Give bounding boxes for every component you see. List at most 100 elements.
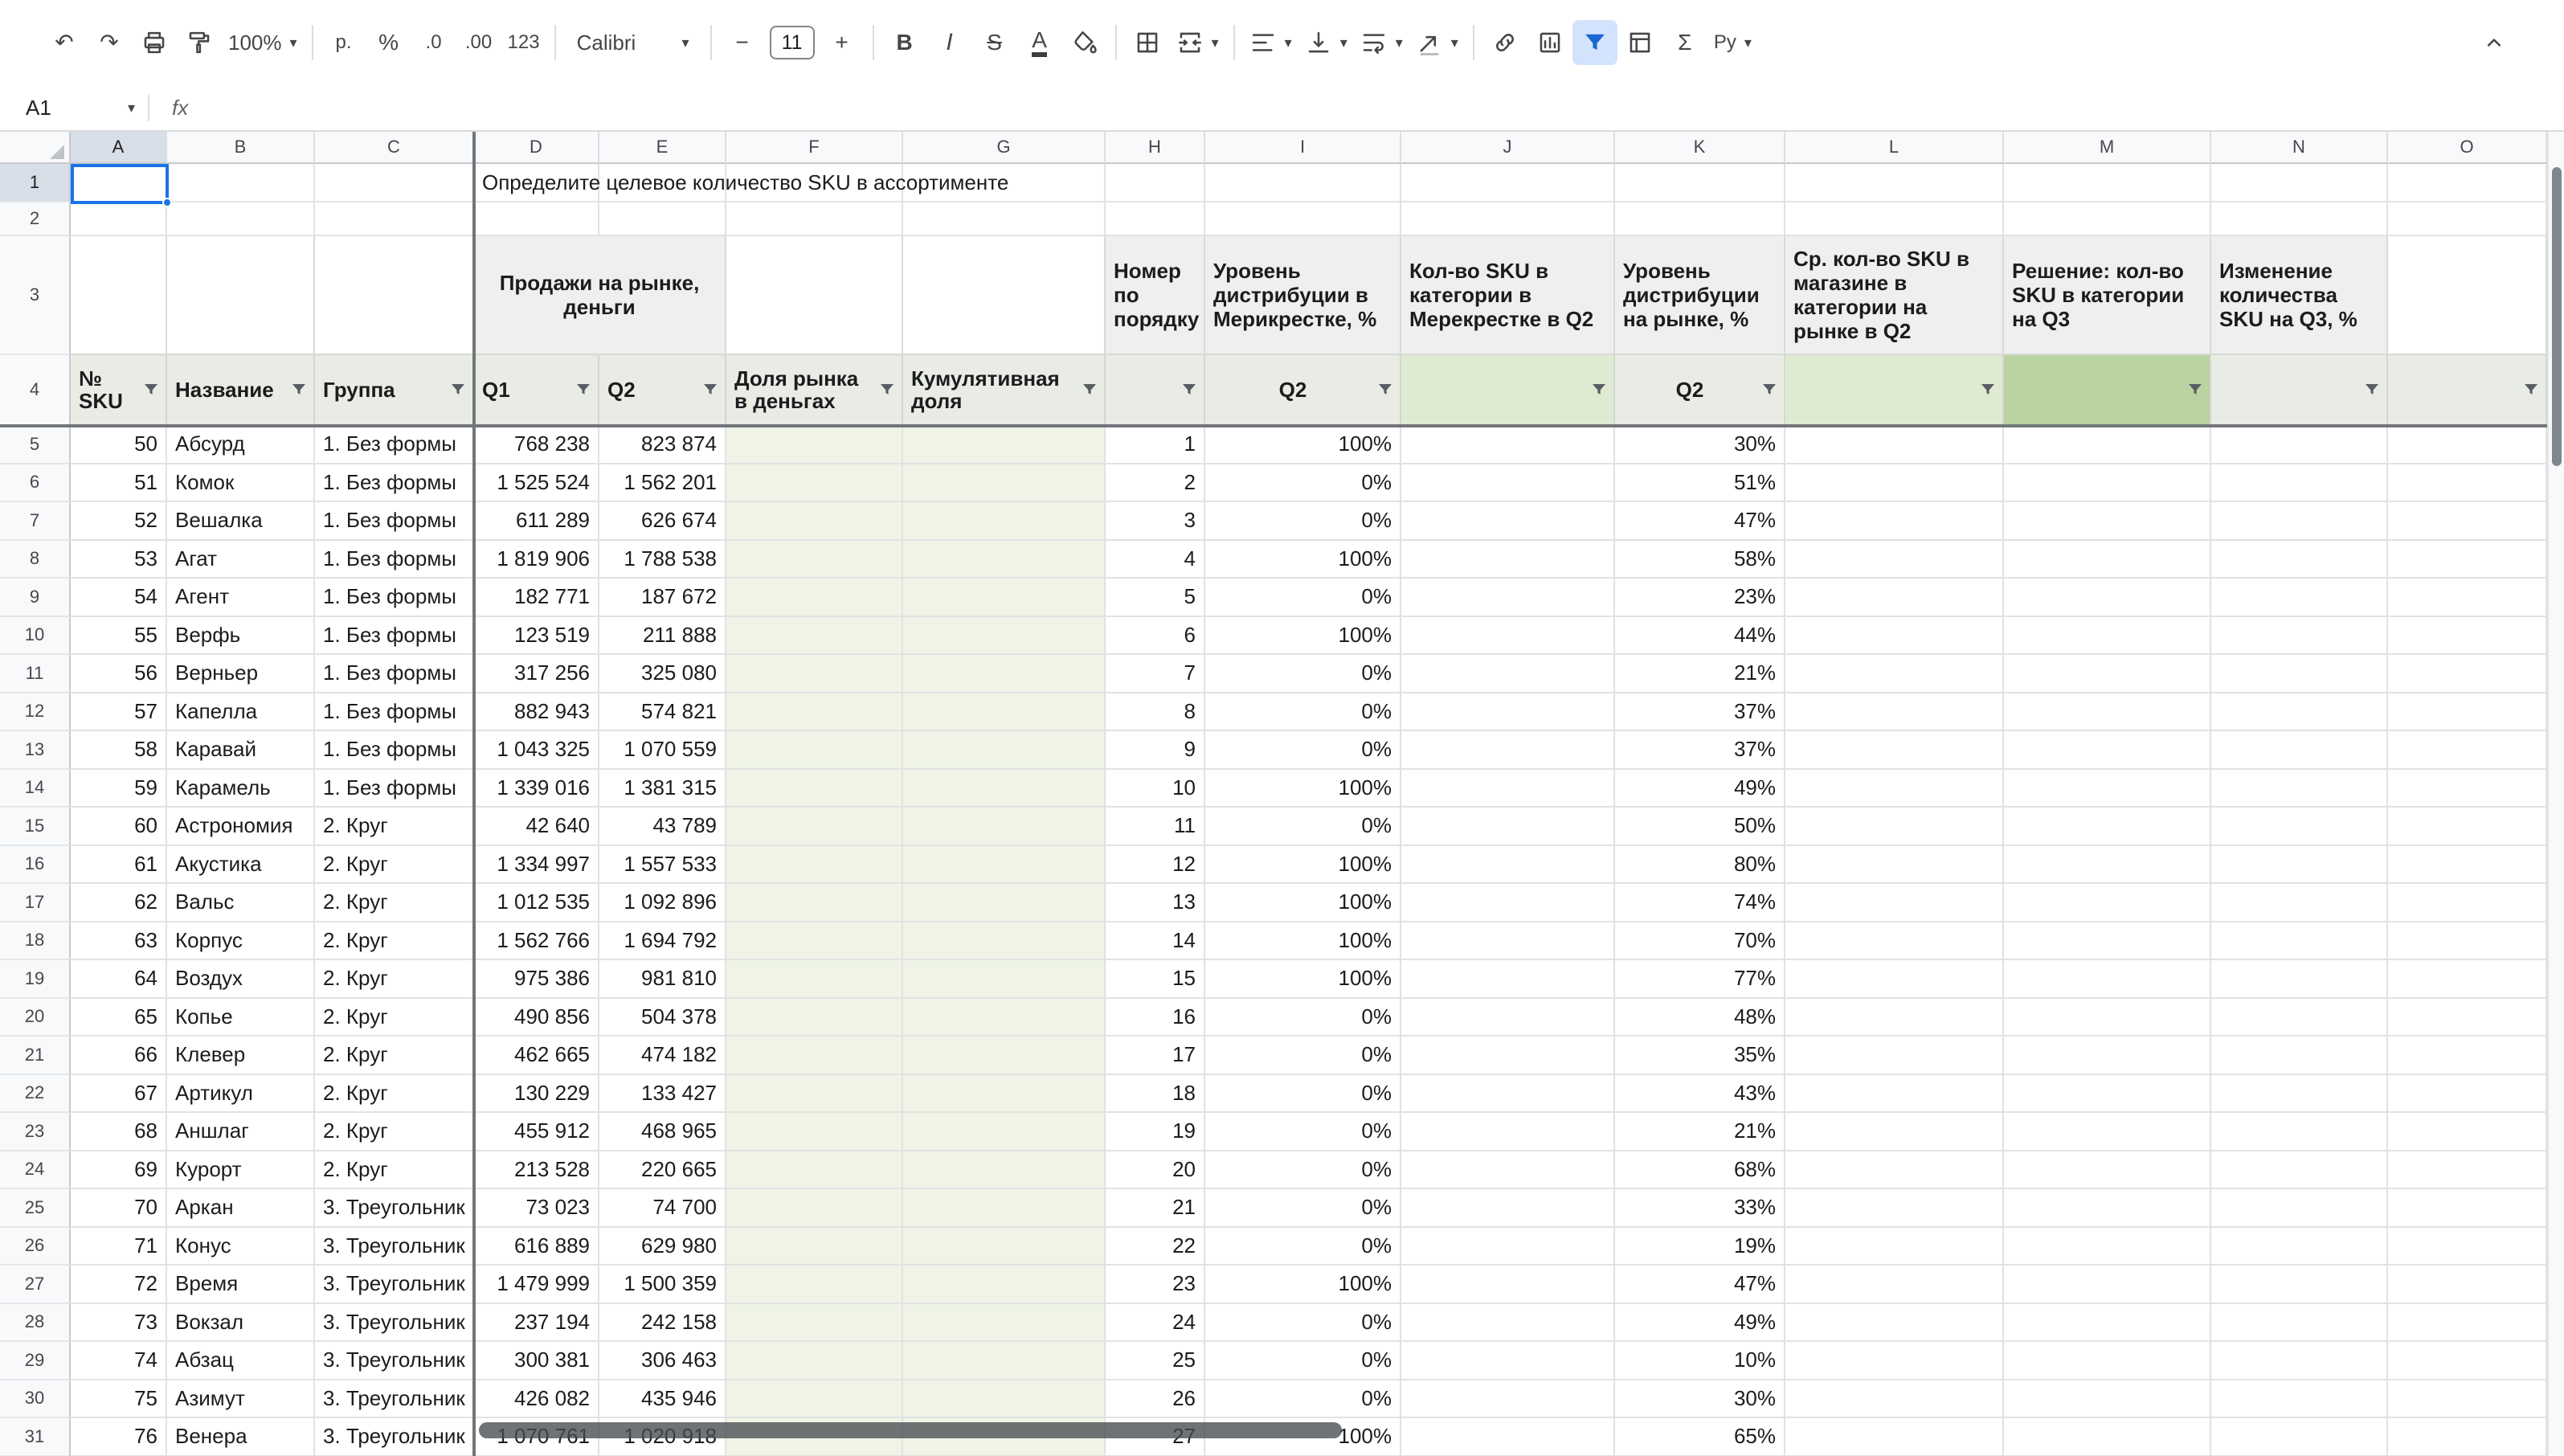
filter-icon[interactable] <box>1760 380 1779 399</box>
cell-D29[interactable]: 300 381 <box>474 1342 599 1380</box>
cell-I6[interactable]: 0% <box>1205 464 1401 503</box>
cell-B16[interactable]: Акустика <box>167 846 315 885</box>
cell-K15[interactable]: 50% <box>1615 808 1785 846</box>
filter-icon[interactable] <box>2521 380 2541 399</box>
insert-link-button[interactable] <box>1482 20 1527 65</box>
filter-header-H4[interactable] <box>1106 355 1205 426</box>
cell-D20[interactable]: 490 856 <box>474 999 599 1037</box>
cell-K22[interactable]: 43% <box>1615 1075 1785 1114</box>
cell-N23[interactable] <box>2211 1113 2388 1151</box>
cell-F24[interactable] <box>726 1151 903 1190</box>
cell-C15[interactable]: 2. Круг <box>315 808 474 846</box>
cell-M1[interactable] <box>2004 164 2211 202</box>
cell-C12[interactable]: 1. Без формы <box>315 693 474 732</box>
cell-D14[interactable]: 1 339 016 <box>474 770 599 808</box>
cell-K11[interactable]: 21% <box>1615 655 1785 693</box>
cell-E19[interactable]: 981 810 <box>599 960 726 999</box>
cell-A16[interactable]: 61 <box>71 846 167 885</box>
cell-J1[interactable] <box>1401 164 1615 202</box>
increase-font-size-button[interactable]: + <box>820 20 865 65</box>
cell-I17[interactable]: 100% <box>1205 884 1401 922</box>
cell-D6[interactable]: 1 525 524 <box>474 464 599 503</box>
cell-L7[interactable] <box>1785 502 2004 541</box>
cell-D26[interactable]: 616 889 <box>474 1228 599 1266</box>
cell-I23[interactable]: 0% <box>1205 1113 1401 1151</box>
cell-L9[interactable] <box>1785 579 2004 617</box>
cell-B28[interactable]: Вокзал <box>167 1304 315 1343</box>
cell-F14[interactable] <box>726 770 903 808</box>
cell-L21[interactable] <box>1785 1037 2004 1075</box>
cell-C27[interactable]: 3. Треугольник <box>315 1266 474 1304</box>
cell-G10[interactable] <box>903 617 1106 656</box>
cell-G26[interactable] <box>903 1228 1106 1266</box>
cell-N30[interactable] <box>2211 1380 2388 1419</box>
cell-K31[interactable]: 65% <box>1615 1418 1785 1456</box>
cell-A23[interactable]: 68 <box>71 1113 167 1151</box>
cell-J27[interactable] <box>1401 1266 1615 1304</box>
row-header-9[interactable]: 9 <box>0 579 71 617</box>
print-button[interactable] <box>132 20 177 65</box>
cell-H12[interactable]: 8 <box>1106 693 1205 732</box>
cell-I16[interactable]: 100% <box>1205 846 1401 885</box>
cell-M15[interactable] <box>2004 808 2211 846</box>
cell-D24[interactable]: 213 528 <box>474 1151 599 1190</box>
cell-H18[interactable]: 14 <box>1106 922 1205 961</box>
cell-J31[interactable] <box>1401 1418 1615 1456</box>
cell-O9[interactable] <box>2388 579 2547 617</box>
cell-B22[interactable]: Артикул <box>167 1075 315 1114</box>
cell-M19[interactable] <box>2004 960 2211 999</box>
cell-B25[interactable]: Аркан <box>167 1189 315 1228</box>
cell-E30[interactable]: 435 946 <box>599 1380 726 1419</box>
cell-O8[interactable] <box>2388 541 2547 579</box>
cell-K12[interactable]: 37% <box>1615 693 1785 732</box>
cell-D5[interactable]: 768 238 <box>474 426 599 464</box>
cell-D19[interactable]: 975 386 <box>474 960 599 999</box>
cell-G19[interactable] <box>903 960 1106 999</box>
cell-O12[interactable] <box>2388 693 2547 732</box>
cell-I15[interactable]: 0% <box>1205 808 1401 846</box>
cell-L20[interactable] <box>1785 999 2004 1037</box>
text-wrap-button[interactable]: ▾ <box>1354 20 1409 65</box>
cell-N19[interactable] <box>2211 960 2388 999</box>
cell-H14[interactable]: 10 <box>1106 770 1205 808</box>
cell-H30[interactable]: 26 <box>1106 1380 1205 1419</box>
cell-B29[interactable]: Абзац <box>167 1342 315 1380</box>
cell-I9[interactable]: 0% <box>1205 579 1401 617</box>
cell-A7[interactable]: 52 <box>71 502 167 541</box>
paint-format-button[interactable] <box>177 20 222 65</box>
cell-H19[interactable]: 15 <box>1106 960 1205 999</box>
cell-G8[interactable] <box>903 541 1106 579</box>
cell-F27[interactable] <box>726 1266 903 1304</box>
cell-J16[interactable] <box>1401 846 1615 885</box>
cell-H15[interactable]: 11 <box>1106 808 1205 846</box>
cell-O29[interactable] <box>2388 1342 2547 1380</box>
cell-D15[interactable]: 42 640 <box>474 808 599 846</box>
cell-O6[interactable] <box>2388 464 2547 503</box>
row-header-27[interactable]: 27 <box>0 1266 71 1304</box>
cell-I24[interactable]: 0% <box>1205 1151 1401 1190</box>
cell-D8[interactable]: 1 819 906 <box>474 541 599 579</box>
cell-O13[interactable] <box>2388 731 2547 770</box>
cell-B24[interactable]: Курорт <box>167 1151 315 1190</box>
cell-E2[interactable] <box>599 202 726 236</box>
cell-M12[interactable] <box>2004 693 2211 732</box>
cell-C1[interactable] <box>315 164 474 202</box>
cell-K25[interactable]: 33% <box>1615 1189 1785 1228</box>
cell-J25[interactable] <box>1401 1189 1615 1228</box>
cell-C5[interactable]: 1. Без формы <box>315 426 474 464</box>
cell-A31[interactable]: 76 <box>71 1418 167 1456</box>
cell-J23[interactable] <box>1401 1113 1615 1151</box>
cell-E29[interactable]: 306 463 <box>599 1342 726 1380</box>
cell-G9[interactable] <box>903 579 1106 617</box>
cell-N21[interactable] <box>2211 1037 2388 1075</box>
cell-O23[interactable] <box>2388 1113 2547 1151</box>
cell-I20[interactable]: 0% <box>1205 999 1401 1037</box>
cell-E10[interactable]: 211 888 <box>599 617 726 656</box>
cell-G30[interactable] <box>903 1380 1106 1419</box>
cell-O20[interactable] <box>2388 999 2547 1037</box>
cell-A11[interactable]: 56 <box>71 655 167 693</box>
cell-H9[interactable]: 5 <box>1106 579 1205 617</box>
cell-A14[interactable]: 59 <box>71 770 167 808</box>
cell-A6[interactable]: 51 <box>71 464 167 503</box>
cell-K9[interactable]: 23% <box>1615 579 1785 617</box>
